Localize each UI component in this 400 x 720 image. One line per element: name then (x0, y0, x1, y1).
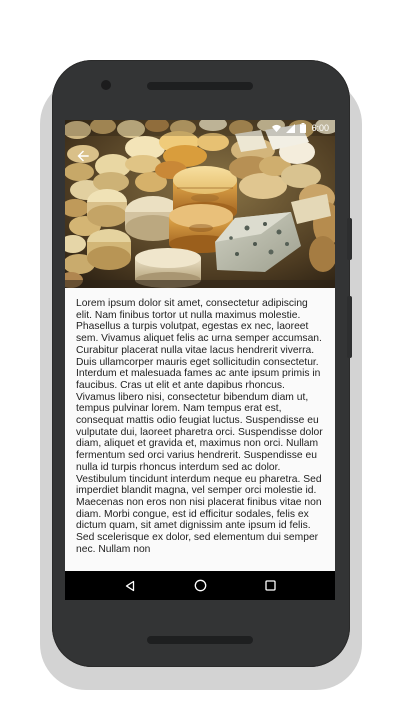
device-mockup-stage: 6:00 Lorem ipsum dolor sit amet, consect… (0, 0, 400, 720)
wifi-icon (272, 124, 282, 132)
nav-home-icon (194, 579, 206, 592)
status-time: 6:00 (311, 123, 329, 133)
status-bar: 6:00 (65, 120, 335, 136)
phone-screen: 6:00 Lorem ipsum dolor sit amet, consect… (65, 120, 335, 600)
bottom-speaker-grille (147, 636, 253, 644)
nav-home-button[interactable] (190, 576, 210, 596)
cheese-display-photo (65, 120, 335, 288)
article-body-text: Lorem ipsum dolor sit amet, consectetur … (76, 298, 323, 555)
nav-recents-button[interactable] (260, 576, 280, 596)
phone-volume-button (347, 218, 352, 260)
nav-back-icon (125, 580, 135, 591)
top-speaker-grille (147, 82, 253, 90)
signal-icon (286, 123, 296, 133)
front-camera (101, 80, 111, 90)
hero-image: 6:00 (65, 120, 335, 288)
article-content[interactable]: Lorem ipsum dolor sit amet, consectetur … (65, 288, 335, 571)
nav-back-button[interactable] (120, 576, 140, 596)
arrow-back-icon (77, 150, 89, 162)
system-navigation-bar (65, 571, 335, 600)
phone-power-button (347, 296, 352, 358)
nav-recents-icon (264, 580, 276, 591)
battery-icon (300, 123, 307, 133)
back-button[interactable] (73, 146, 93, 166)
